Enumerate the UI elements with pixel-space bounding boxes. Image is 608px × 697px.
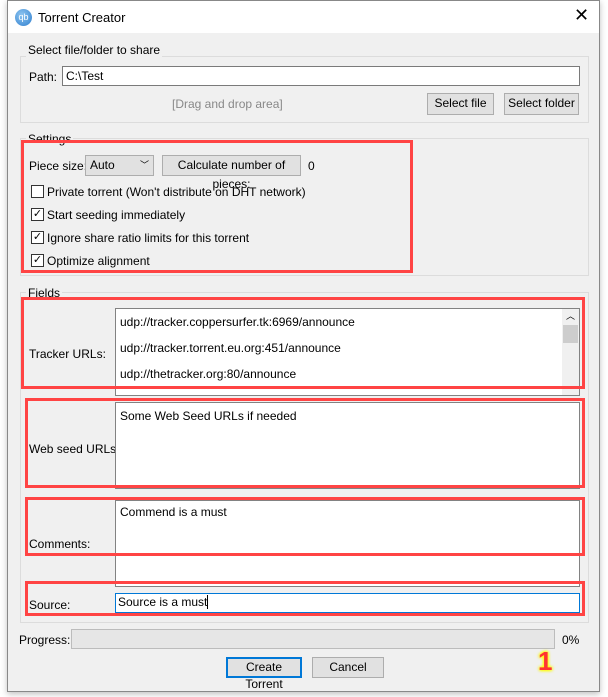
web-seed-textarea[interactable]: Some Web Seed URLs if needed bbox=[115, 402, 580, 489]
calculate-pieces-button[interactable]: Calculate number of pieces: bbox=[162, 155, 301, 191]
title-bar: qb Torrent Creator ✕ bbox=[8, 1, 599, 33]
annotation-marker: 1 bbox=[538, 646, 553, 676]
settings-group-title: Settings bbox=[26, 132, 74, 146]
cancel-button[interactable]: Cancel bbox=[312, 657, 384, 678]
tracker-urls-label: Tracker URLs: bbox=[29, 347, 106, 361]
chevron-down-icon: ﹀ bbox=[139, 160, 149, 170]
optimize-alignment-checkbox[interactable]: ✓ bbox=[31, 254, 44, 267]
source-group-title: Select file/folder to share bbox=[26, 43, 163, 57]
tracker-url: udp://tracker.coppersurfer.tk:6969/annou… bbox=[120, 315, 355, 329]
source-label: Source: bbox=[29, 598, 71, 612]
progress-percent: 0% bbox=[562, 633, 580, 647]
scrollbar-thumb[interactable] bbox=[563, 325, 578, 343]
comments-label: Comments: bbox=[29, 537, 91, 551]
piece-size-label: Piece size: bbox=[29, 159, 88, 173]
path-label: Path: bbox=[29, 70, 58, 84]
drag-drop-area[interactable]: [Drag and drop area] bbox=[172, 97, 283, 111]
comments-value: Commend is a must bbox=[120, 505, 227, 519]
progress-bar bbox=[71, 629, 555, 649]
qbittorrent-icon: qb bbox=[15, 9, 32, 26]
window-title: Torrent Creator bbox=[38, 10, 126, 25]
tracker-url: udp://tracker.torrent.eu.org:451/announc… bbox=[120, 341, 341, 355]
start-seeding-checkbox[interactable]: ✓ bbox=[31, 208, 44, 221]
fields-group-title: Fields bbox=[26, 286, 63, 300]
pieces-count: 0 bbox=[308, 159, 315, 173]
scrollbar[interactable]: ︿ bbox=[562, 309, 579, 395]
start-seeding-label: Start seeding immediately bbox=[47, 208, 186, 222]
source-input[interactable]: Source is a must bbox=[115, 593, 580, 613]
close-icon[interactable]: ✕ bbox=[574, 5, 589, 26]
optimize-alignment-label: Optimize alignment bbox=[47, 254, 150, 268]
ignore-ratio-label: Ignore share ratio limits for this torre… bbox=[47, 231, 250, 245]
comments-textarea[interactable]: Commend is a must bbox=[115, 500, 580, 587]
chevron-up-icon[interactable]: ︿ bbox=[562, 309, 579, 323]
torrent-creator-dialog: qb Torrent Creator ✕ Select file/folder … bbox=[7, 0, 600, 692]
piece-size-combo[interactable]: Auto ﹀ bbox=[85, 155, 154, 176]
select-folder-button[interactable]: Select folder bbox=[504, 93, 579, 115]
select-file-button[interactable]: Select file bbox=[427, 93, 494, 115]
private-torrent-label: Private torrent (Won't distribute on DHT… bbox=[47, 185, 306, 199]
web-seed-label: Web seed URLs: bbox=[29, 442, 120, 456]
source-value: Source is a must bbox=[118, 595, 208, 609]
tracker-url: udp://thetracker.org:80/announce bbox=[120, 367, 297, 381]
web-seed-value: Some Web Seed URLs if needed bbox=[120, 409, 297, 423]
ignore-ratio-checkbox[interactable]: ✓ bbox=[31, 231, 44, 244]
piece-size-value: Auto bbox=[90, 158, 115, 172]
progress-label: Progress: bbox=[19, 633, 71, 647]
tracker-url: udp://retracker.lanta-net.ru:2710/announ… bbox=[116, 387, 579, 395]
path-input[interactable]: C:\Test bbox=[62, 66, 580, 86]
create-torrent-button[interactable]: Create Torrent bbox=[226, 657, 302, 691]
tracker-urls-textarea[interactable]: udp://tracker.coppersurfer.tk:6969/annou… bbox=[115, 308, 580, 396]
private-torrent-checkbox[interactable] bbox=[31, 185, 44, 198]
